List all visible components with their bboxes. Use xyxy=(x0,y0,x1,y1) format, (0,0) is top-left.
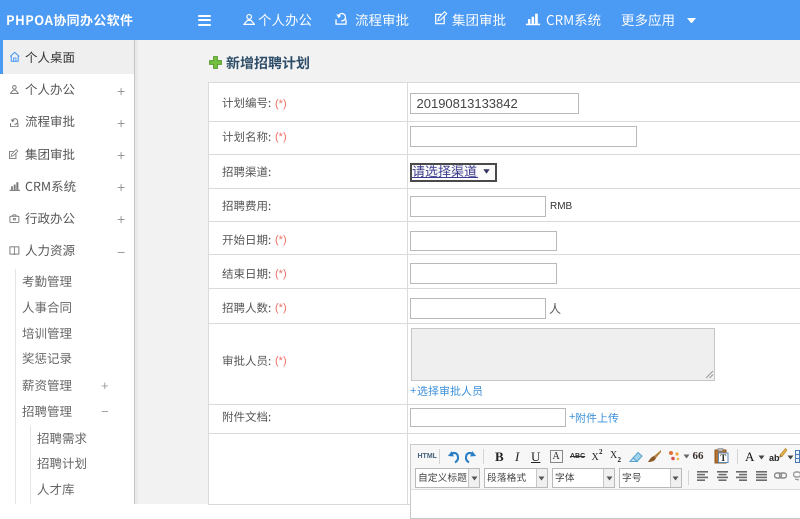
svg-text:T: T xyxy=(720,453,726,463)
